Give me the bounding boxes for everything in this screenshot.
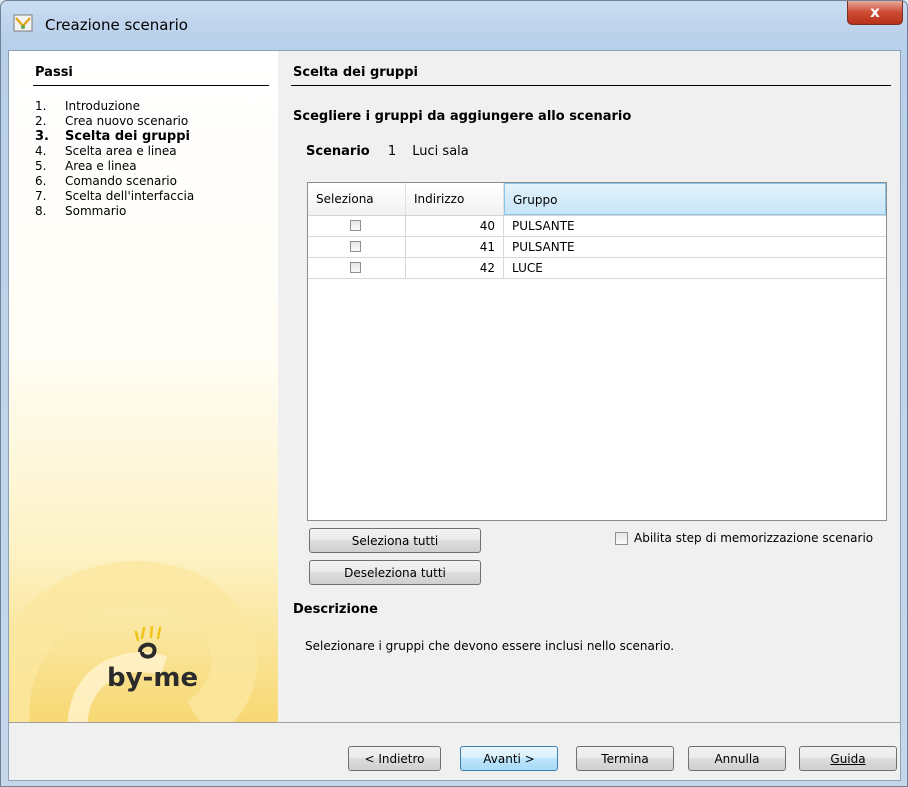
window-title: Creazione scenario (45, 16, 188, 34)
title-divider (291, 85, 891, 86)
column-header-indirizzo[interactable]: Indirizzo (406, 183, 504, 215)
table-row[interactable]: 40 PULSANTE (308, 216, 886, 237)
back-button[interactable]: < Indietro (348, 746, 441, 771)
row-checkbox[interactable] (350, 220, 361, 231)
logo-text: by-me (107, 663, 198, 693)
byme-logo: by-me (107, 626, 198, 693)
row-checkbox[interactable] (350, 241, 361, 252)
address-cell: 42 (406, 258, 504, 278)
footer-divider (9, 722, 900, 723)
close-button[interactable]: x (847, 1, 903, 25)
step-item: 1. Introduzione (35, 99, 141, 113)
address-cell: 41 (406, 237, 504, 257)
steps-sidebar: Passi 1. Introduzione 2. Crea nuovo scenar… (9, 51, 278, 722)
column-header-gruppo[interactable]: Gruppo (504, 183, 886, 215)
table-row[interactable]: 41 PULSANTE (308, 237, 886, 258)
close-icon: x (870, 3, 880, 21)
client-area: Passi 1. Introduzione 2. Crea nuovo scenar… (8, 50, 901, 781)
column-header-seleziona[interactable]: Seleziona (308, 183, 406, 215)
enable-step-checkbox[interactable] (615, 531, 628, 545)
next-button[interactable]: Avanti > (460, 746, 558, 771)
group-cell: PULSANTE (512, 219, 575, 233)
page-subtitle: Scegliere i gruppi da aggiungere allo sc… (293, 109, 632, 124)
group-cell: LUCE (512, 261, 543, 275)
step-item: 2. Crea nuovo scenario (35, 114, 189, 128)
scenario-name: Luci sala (412, 144, 469, 159)
scenario-info: Scenario 1 Luci sala (306, 144, 469, 159)
row-checkbox[interactable] (350, 262, 361, 273)
select-cell (308, 237, 406, 257)
help-button-label: Guida (830, 752, 866, 766)
description-text: Selezionare i gruppi che devono essere i… (305, 639, 675, 653)
group-cell: PULSANTE (512, 240, 575, 254)
page-title: Scelta dei gruppi (293, 65, 418, 80)
table-row[interactable]: 42 LUCE (308, 258, 886, 279)
step-item: 7. Scelta dell'interfaccia (35, 189, 195, 203)
finish-button[interactable]: Termina (576, 746, 674, 771)
select-cell (308, 216, 406, 236)
sidebar-title: Passi (35, 65, 73, 80)
app-icon (13, 14, 33, 32)
step-item: 8. Sommario (35, 204, 127, 218)
enable-step-option[interactable]: Abilita step di memorizzazione scenario (615, 531, 873, 545)
table-header: Seleziona Indirizzo Gruppo (308, 183, 886, 216)
step-item: 5. Area e linea (35, 159, 137, 173)
scenario-number: 1 (387, 144, 397, 159)
groups-table[interactable]: Seleziona Indirizzo Gruppo 40 PULSANTE 4… (307, 182, 887, 521)
step-item-active: 3. Scelta dei gruppi (35, 129, 190, 144)
description-title: Descrizione (293, 602, 378, 617)
deselect-all-button[interactable]: Deseleziona tutti (309, 560, 481, 585)
steps-list: 1. Introduzione 2. Crea nuovo scenario 3. S… (35, 99, 194, 219)
step-item: 6. Comando scenario (35, 174, 177, 188)
address-cell: 40 (406, 216, 504, 236)
wizard-window: Creazione scenario x Passi 1. Introduzion… (0, 0, 908, 787)
cancel-button[interactable]: Annulla (688, 746, 786, 771)
select-all-button[interactable]: Seleziona tutti (309, 528, 481, 553)
help-button[interactable]: Guida (799, 746, 897, 771)
select-cell (308, 258, 406, 278)
title-bar: Creazione scenario x (1, 1, 907, 49)
sidebar-divider (33, 85, 269, 86)
enable-step-label: Abilita step di memorizzazione scenario (634, 531, 874, 545)
scenario-label: Scenario (306, 144, 370, 159)
step-item: 4. Scelta area e linea (35, 144, 177, 158)
